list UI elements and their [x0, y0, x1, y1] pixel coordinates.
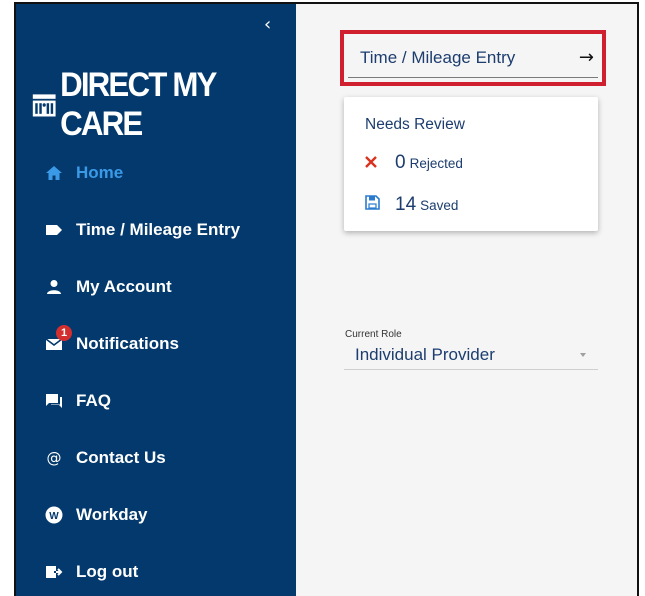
sidebar-item-my-account[interactable]: My Account [16, 258, 296, 315]
sidebar-item-label: Notifications [76, 333, 179, 353]
close-icon [365, 156, 385, 168]
sidebar-item-home[interactable]: Home [16, 144, 296, 201]
current-role-label: Current Role [345, 329, 402, 340]
app-frame: ‹ DIRECT MY CARE Home Time / Mileage Ent… [14, 2, 639, 596]
sidebar-item-faq[interactable]: FAQ [16, 372, 296, 429]
rejected-label: Rejected [409, 156, 463, 171]
entry-field-label: Time / Mileage Entry [360, 47, 516, 67]
saved-stat[interactable]: 14 Saved [365, 194, 458, 216]
current-role-value: Individual Provider [355, 344, 495, 364]
card-title: Needs Review [365, 116, 465, 133]
workday-icon: W [44, 505, 64, 525]
arrow-right-icon: → [578, 47, 594, 68]
at-icon: @ [46, 448, 62, 467]
saved-label: Saved [420, 198, 459, 213]
sidebar: ‹ DIRECT MY CARE Home Time / Mileage Ent… [16, 4, 296, 596]
chevron-left-icon[interactable]: ‹ [264, 14, 271, 35]
sidebar-item-label: Log out [76, 561, 139, 581]
sidebar-item-log-out[interactable]: Log out [16, 543, 296, 596]
sidebar-item-label: Workday [76, 504, 148, 524]
current-role-select[interactable]: Individual Provider [344, 340, 598, 370]
sidebar-item-contact-us[interactable]: @ Contact Us [16, 429, 296, 486]
sidebar-item-label: Time / Mileage Entry [76, 219, 241, 239]
main-content: Time / Mileage Entry → Needs Review 0 Re… [296, 4, 637, 596]
saved-count: 14 [395, 194, 417, 215]
time-mileage-entry-field[interactable]: Time / Mileage Entry → [348, 38, 598, 78]
chat-icon [44, 391, 64, 411]
home-icon [44, 163, 64, 183]
svg-text:W: W [49, 511, 59, 522]
notification-badge: 1 [56, 325, 72, 341]
rejected-count: 0 [395, 152, 406, 173]
logo-icon [32, 94, 56, 117]
sidebar-item-workday[interactable]: W Workday [16, 486, 296, 543]
person-icon [44, 277, 64, 297]
logo-text: DIRECT MY CARE [60, 66, 217, 143]
sidebar-item-time-mileage[interactable]: Time / Mileage Entry [16, 201, 296, 258]
sidebar-item-notifications[interactable]: 1 Notifications [16, 315, 296, 372]
needs-review-card: Needs Review 0 Rejected 14 Saved [344, 97, 598, 231]
sidebar-nav: Home Time / Mileage Entry My Account 1 N… [16, 144, 296, 596]
rejected-stat[interactable]: 0 Rejected [365, 152, 463, 174]
sidebar-item-label: My Account [76, 276, 172, 296]
tag-icon [44, 220, 64, 240]
save-icon [365, 195, 385, 210]
sidebar-item-label: Contact Us [76, 447, 166, 467]
chevron-down-icon [580, 352, 586, 357]
logout-icon [44, 562, 64, 582]
sidebar-item-label: Home [76, 162, 124, 182]
sidebar-item-label: FAQ [76, 390, 111, 410]
logo: DIRECT MY CARE [32, 66, 275, 144]
